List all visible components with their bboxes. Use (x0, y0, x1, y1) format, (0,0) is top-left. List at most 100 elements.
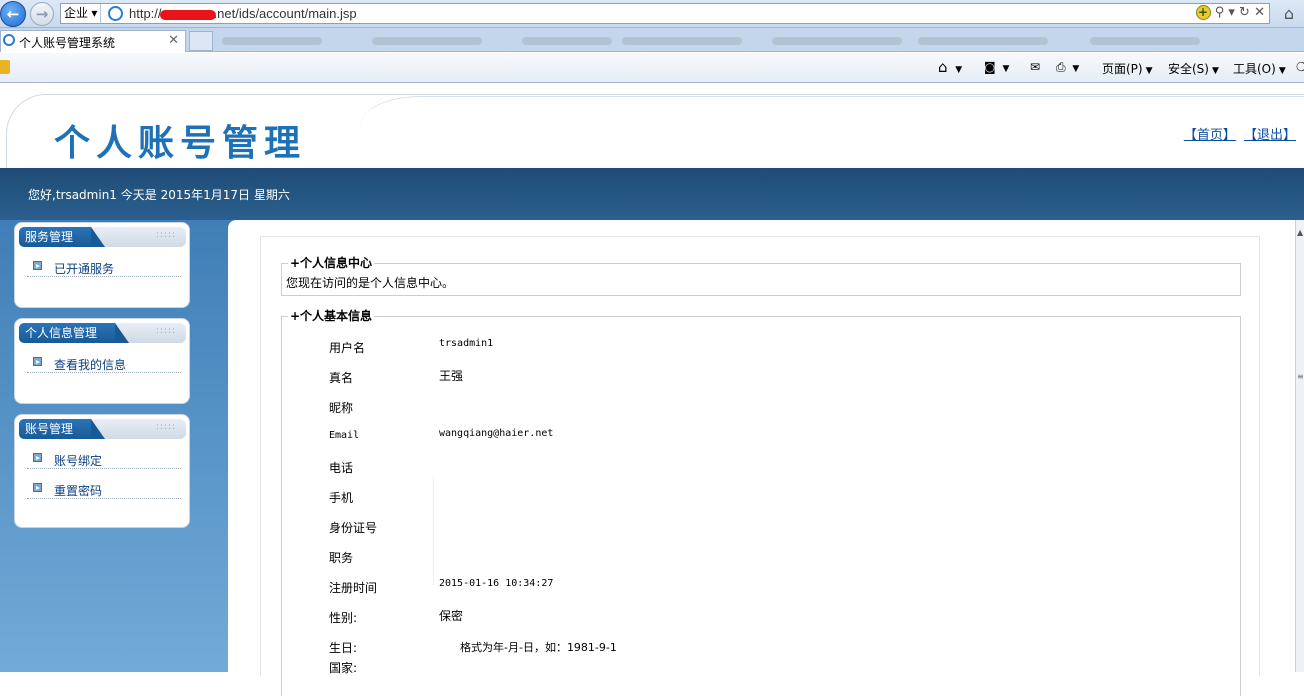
blurred-tab[interactable] (918, 37, 1048, 45)
tab-bar: 个人账号管理系统 ✕ (0, 28, 1304, 52)
sidebar-box-header: 个人信息管理 ::::: (19, 323, 186, 343)
greeting-text: 您好,trsadmin1 今天是 2015年1月17日 星期六 (28, 188, 290, 202)
bullet-arrow-icon (33, 483, 42, 492)
url-input[interactable]: 企业 ▾ http:// .net/ids/account/main.jsp + … (60, 3, 1270, 24)
bullet-arrow-icon (33, 261, 42, 270)
field-label-email: Email (329, 430, 360, 441)
site-header: 个人账号管理 【首页】 【退出】 (0, 84, 1304, 168)
sidebar-box-account: 账号管理 ::::: 账号绑定 重置密码 (14, 414, 190, 528)
blurred-tab[interactable] (522, 37, 612, 45)
section-description: 您现在访问的是个人信息中心。 (286, 276, 455, 290)
address-bar-area: ← → 企业 ▾ http:// .net/ids/account/main.js… (0, 0, 1304, 28)
field-label-username: 用户名 (329, 341, 366, 355)
scroll-up-arrow-icon[interactable]: ▲ (1297, 228, 1303, 237)
vertical-scrollbar[interactable]: ▲ ≡ (1295, 220, 1304, 672)
ie-tab-icon (3, 34, 15, 46)
search-icon[interactable]: ⚲ (1215, 5, 1225, 20)
grip-dots: ::::: (155, 326, 176, 336)
blurred-tab[interactable] (372, 37, 482, 45)
url-tools: + ⚲ ▾ ↻ ✕ (1195, 5, 1265, 20)
blurred-tab[interactable] (772, 37, 902, 45)
url-suffix: .net/ids/account/main.jsp (213, 6, 357, 21)
bullet-arrow-icon (33, 453, 42, 462)
info-center-section: +个人信息中心 您现在访问的是个人信息中心。 (281, 254, 1241, 296)
compat-view-icon[interactable]: + (1195, 5, 1211, 20)
top-links: 【首页】 【退出】 (1180, 124, 1296, 143)
blurred-tab[interactable] (1090, 37, 1200, 45)
greeting-banner: 您好,trsadmin1 今天是 2015年1月17日 星期六 (0, 168, 1304, 220)
close-icon[interactable]: ✕ (1254, 5, 1265, 20)
sidebar-item-reset-password[interactable]: 重置密码 (27, 481, 181, 499)
field-label-birthday: 生日: (329, 641, 358, 655)
field-label-mobile: 手机 (329, 491, 354, 505)
zone-dropdown[interactable]: 企业 ▾ (61, 4, 102, 23)
sidebar-box-header: 账号管理 ::::: (19, 419, 186, 439)
tab-title: 个人账号管理系统 (19, 36, 116, 50)
field-label-realname: 真名 (329, 371, 354, 385)
forward-button[interactable]: → (30, 2, 54, 26)
page-menu[interactable]: 页面(P) ▼ (1102, 60, 1153, 77)
sidebar-item-label[interactable]: 查看我的信息 (54, 356, 126, 373)
field-value-email: wangqiang@haier.net (439, 428, 554, 439)
field-value-register-time: 2015-01-16 10:34:27 (439, 578, 554, 589)
basic-info-section: +个人基本信息 用户名 trsadmin1 真名 王强 昵称 Email wan… (281, 307, 1241, 696)
field-value-username: trsadmin1 (439, 338, 494, 349)
back-arrow-icon: ← (6, 5, 20, 23)
tools-menu-label: 工具(O) (1233, 62, 1276, 76)
field-label-nickname: 昵称 (329, 401, 354, 415)
refresh-icon[interactable]: ↻ (1239, 5, 1250, 20)
bullet-arrow-icon (33, 357, 42, 366)
field-label-phone: 电话 (329, 461, 354, 475)
new-tab-button[interactable] (189, 31, 213, 51)
ie-page-icon (108, 6, 123, 21)
section-title: +个人信息中心 (288, 254, 375, 271)
tools-menu[interactable]: 工具(O) ▼ (1233, 60, 1286, 77)
home-link[interactable]: 【首页】 (1184, 128, 1236, 143)
sidebar-box-header: 服务管理 ::::: (19, 227, 186, 247)
mail-icon[interactable]: ✉ (1030, 60, 1040, 74)
field-label-register-time: 注册时间 (329, 581, 378, 595)
sidebar-box-title: 个人信息管理 (19, 323, 130, 343)
back-button[interactable]: ← (0, 1, 26, 27)
site-logo: 个人账号管理 (54, 123, 307, 164)
field-label-country: 国家: (329, 661, 358, 675)
page-menu-label: 页面(P) (1102, 62, 1143, 76)
sidebar-item-open-services[interactable]: 已开通服务 (27, 259, 181, 277)
safety-menu[interactable]: 安全(S) ▼ (1168, 60, 1219, 77)
sidebar-box-title: 服务管理 (19, 227, 106, 247)
sidebar-item-label[interactable]: 已开通服务 (54, 260, 114, 277)
zone-label: 企业 (64, 6, 89, 20)
tab-active[interactable]: 个人账号管理系统 ✕ (0, 30, 186, 52)
section-title: +个人基本信息 (288, 307, 375, 324)
field-hint-birthday: 格式为年-月-日，如：1981-9-1 (460, 641, 617, 654)
sidebar-item-view-info[interactable]: 查看我的信息 (27, 355, 181, 373)
tab-close-icon[interactable]: ✕ (168, 33, 179, 48)
field-value-gender: 保密 (439, 609, 464, 623)
field-label-gender: 性别: (329, 611, 358, 625)
scroll-grip-icon[interactable]: ≡ (1297, 372, 1304, 381)
command-bar: ⌂ ▼ ◙ ▼ ✉ ⎙ ▼ 页面(P) ▼ 安全(S) ▼ 工具(O) ▼ ❍ (0, 53, 1304, 83)
column-divider (433, 477, 434, 585)
redaction-mark (159, 9, 216, 20)
logout-link[interactable]: 【退出】 (1244, 128, 1296, 143)
sidebar-box-service: 服务管理 ::::: 已开通服务 (14, 222, 190, 308)
page: 个人账号管理 【首页】 【退出】 您好,trsadmin1 今天是 2015年1… (0, 84, 1304, 696)
sidebar-item-label[interactable]: 账号绑定 (54, 452, 102, 469)
field-label-position: 职务 (329, 551, 354, 565)
feeds-icon[interactable]: ◙ ▼ (984, 60, 1009, 74)
favorites-icon[interactable] (0, 60, 10, 74)
url-text: http:// .net/ids/account/main.jsp (129, 6, 357, 21)
grip-dots: ::::: (155, 230, 176, 240)
sidebar-item-label[interactable]: 重置密码 (54, 482, 102, 499)
content-frame: +个人信息中心 您现在访问的是个人信息中心。 +个人基本信息 用户名 trsad… (260, 236, 1260, 696)
main-panel: +个人信息中心 您现在访问的是个人信息中心。 +个人基本信息 用户名 trsad… (228, 220, 1296, 696)
home-icon[interactable]: ⌂ (1284, 4, 1294, 23)
home-icon[interactable]: ⌂ ▼ (938, 58, 962, 76)
dropdown-icon[interactable]: ▾ (1228, 5, 1235, 20)
sidebar-item-bind-account[interactable]: 账号绑定 (27, 451, 181, 469)
blurred-tab[interactable] (622, 37, 742, 45)
blurred-tab[interactable] (222, 37, 322, 45)
help-icon[interactable]: ❍ (1296, 60, 1304, 74)
sidebar-box-title: 账号管理 (19, 419, 106, 439)
print-icon[interactable]: ⎙ ▼ (1056, 60, 1079, 75)
